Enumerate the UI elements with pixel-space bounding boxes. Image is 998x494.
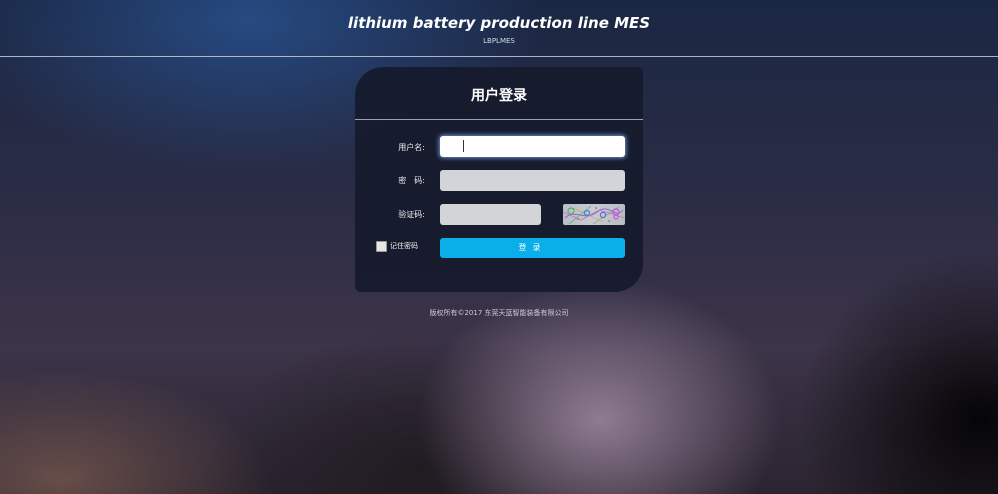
login-title: 用户登录 (471, 88, 527, 104)
captcha-label: 验证码: (398, 210, 425, 219)
login-button[interactable]: 登录 (440, 238, 625, 258)
captcha-image[interactable] (563, 204, 625, 225)
login-title-divider (355, 119, 643, 120)
remember-checkbox[interactable] (376, 241, 387, 252)
app-subtitle: LBPLMES (483, 37, 515, 45)
remember-label: 记住密码 (390, 242, 418, 250)
captcha-input[interactable] (440, 204, 541, 225)
username-input[interactable] (440, 136, 625, 157)
username-label: 用户名: (398, 143, 425, 152)
captcha-noise-graphic (563, 205, 625, 225)
login-panel: 用户登录 用户名: 密 码: 验证码: 记住密码 登录 (355, 67, 643, 292)
text-caret (463, 140, 464, 152)
footer-copyright: 版权所有©2017 东莞天蓝智能装备有限公司 (429, 309, 569, 317)
password-input[interactable] (440, 170, 625, 191)
password-label: 密 码: (398, 176, 425, 185)
header-divider (0, 56, 998, 57)
page-header: lithium battery production line MES LBPL… (0, 0, 998, 56)
app-title: lithium battery production line MES (347, 14, 651, 32)
